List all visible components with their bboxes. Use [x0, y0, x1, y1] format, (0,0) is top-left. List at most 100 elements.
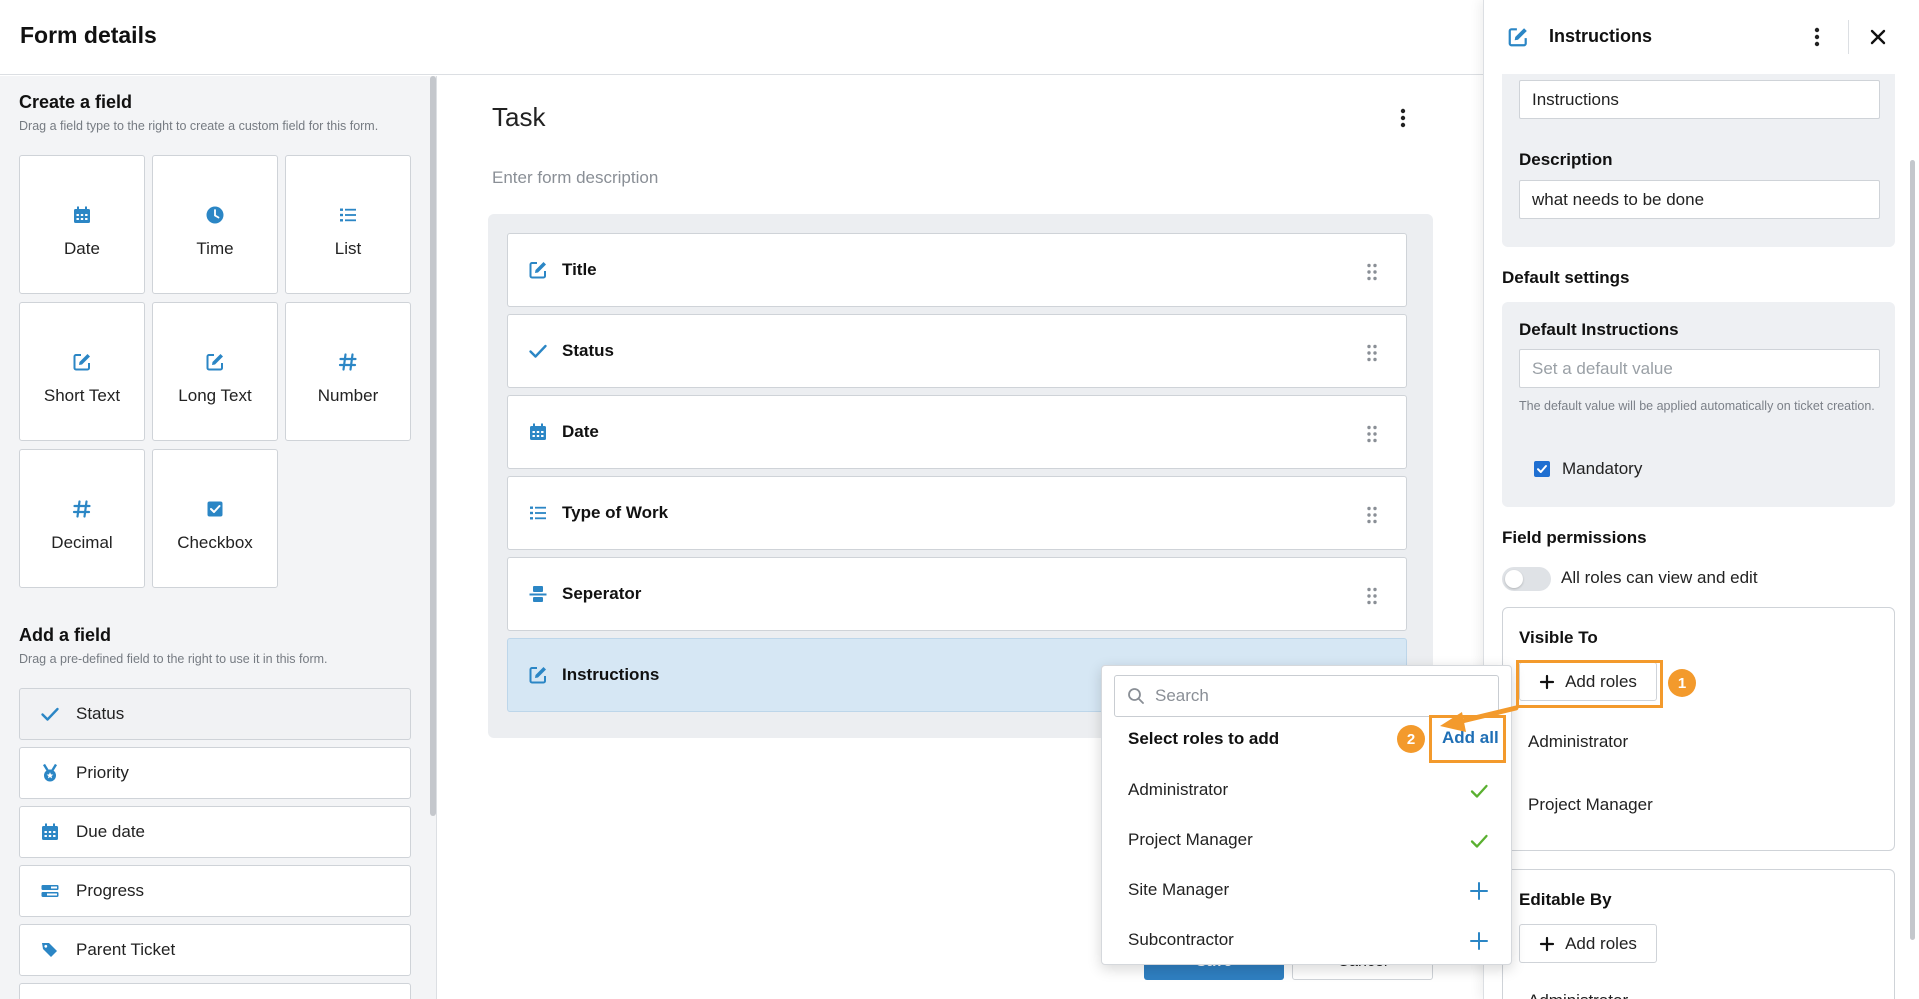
edit-icon — [205, 352, 225, 372]
hash-icon — [72, 499, 92, 519]
panel-scrollbar[interactable] — [1910, 160, 1915, 940]
predefined-field-priority[interactable]: Priority — [19, 747, 411, 799]
role-option-administrator[interactable]: Administrator — [1102, 766, 1511, 816]
predefined-field-progress[interactable]: Progress — [19, 865, 411, 917]
medal-icon — [40, 763, 60, 783]
edit-icon — [528, 260, 548, 280]
predefined-field-status[interactable]: Status — [19, 688, 411, 740]
drag-handle-icon[interactable] — [1366, 506, 1378, 524]
plus-icon — [1539, 936, 1555, 951]
predefined-field-label: Status — [76, 704, 125, 723]
default-instructions-label: Default Instructions — [1519, 320, 1679, 339]
form-fields-container: Title Status Date Type of Work Seperator… — [488, 214, 1433, 738]
close-icon[interactable] — [1869, 28, 1887, 46]
field-type-label: Checkbox — [177, 532, 253, 552]
role-option-project-manager[interactable]: Project Manager — [1102, 816, 1511, 866]
form-field-label: Title — [562, 260, 597, 279]
field-type-label: List — [334, 238, 362, 258]
separator-icon — [528, 584, 548, 604]
drag-handle-icon[interactable] — [1366, 344, 1378, 362]
field-permissions-title: Field permissions — [1502, 528, 1647, 547]
edit-icon — [528, 665, 548, 685]
predefined-field-label: Due date — [76, 822, 145, 841]
sidebar-scrollbar[interactable] — [430, 76, 436, 816]
highlight-add-roles — [1516, 660, 1663, 708]
predefined-field-label: Priority — [76, 763, 129, 782]
field-palette-sidebar: Create a field Drag a field type to the … — [0, 76, 437, 999]
select-roles-header: Select roles to add — [1128, 729, 1280, 748]
add-roles-label: Add roles — [1565, 933, 1637, 953]
drag-handle-icon[interactable] — [1366, 587, 1378, 605]
form-field-date[interactable]: Date — [507, 395, 1407, 469]
form-field-label: Status — [562, 341, 614, 360]
field-type-time[interactable]: Time — [152, 155, 278, 294]
mandatory-label: Mandatory — [1562, 459, 1643, 478]
predefined-field-parent-ticket[interactable]: Parent Ticket — [19, 924, 411, 976]
edit-icon — [1507, 26, 1529, 48]
create-field-title: Create a field — [19, 92, 133, 112]
field-type-label: Decimal — [51, 532, 113, 552]
visible-role-item: Project Manager — [1528, 795, 1653, 814]
add-field-subtitle: Drag a pre-defined field to the right to… — [19, 652, 328, 666]
description-input[interactable]: what needs to be done — [1519, 180, 1880, 219]
form-field-label: Type of Work — [562, 503, 669, 522]
header-divider — [1848, 20, 1849, 54]
form-field-type-of-work[interactable]: Type of Work — [507, 476, 1407, 550]
field-type-date[interactable]: Date — [19, 155, 145, 294]
field-type-list[interactable]: List — [285, 155, 411, 294]
plus-icon[interactable] — [1469, 931, 1489, 951]
predefined-field-label: Parent Ticket — [76, 940, 176, 959]
field-name-input[interactable]: Instructions — [1519, 80, 1880, 119]
calendar-icon — [40, 822, 60, 842]
add-field-title: Add a field — [19, 625, 112, 645]
editable-add-roles-button[interactable]: Add roles — [1519, 924, 1657, 963]
field-type-number[interactable]: Number — [285, 302, 411, 441]
top-header: Form details — [0, 0, 1483, 75]
mandatory-checkbox[interactable] — [1534, 461, 1550, 477]
field-type-long-text[interactable]: Long Text — [152, 302, 278, 441]
plus-icon[interactable] — [1469, 881, 1489, 901]
drag-handle-icon[interactable] — [1366, 425, 1378, 443]
editable-role-item: Administrator — [1528, 991, 1628, 999]
panel-header: Instructions — [1484, 0, 1919, 74]
all-roles-toggle[interactable] — [1502, 567, 1551, 591]
form-field-label: Seperator — [562, 584, 642, 603]
step-badge-2: 2 — [1397, 725, 1425, 753]
calendar-icon — [72, 205, 92, 225]
editable-by-label: Editable By — [1519, 890, 1612, 909]
search-icon — [1128, 688, 1144, 704]
more-vertical-icon[interactable] — [1400, 108, 1406, 128]
field-type-decimal[interactable]: Decimal — [19, 449, 145, 588]
drag-handle-icon[interactable] — [1366, 263, 1378, 281]
description-label: Description — [1519, 150, 1613, 169]
role-option-label: Subcontractor — [1128, 930, 1234, 949]
hash-icon — [338, 352, 358, 372]
field-settings-panel: Instructions Instructions Description wh… — [1483, 0, 1919, 999]
field-type-label: Short Text — [43, 385, 121, 405]
more-vertical-icon[interactable] — [1814, 27, 1820, 47]
checkbox-icon — [205, 499, 225, 519]
predefined-field-due-date[interactable]: Due date — [19, 806, 411, 858]
list-icon — [528, 503, 548, 523]
form-name[interactable]: Task — [492, 102, 545, 133]
role-option-label: Site Manager — [1128, 880, 1230, 899]
form-field-seperator[interactable]: Seperator — [507, 557, 1407, 631]
field-type-label: Time — [196, 238, 234, 258]
clock-icon — [205, 205, 225, 225]
field-type-label: Date — [64, 238, 100, 258]
role-option-site-manager[interactable]: Site Manager — [1102, 866, 1511, 916]
predefined-field-more[interactable] — [19, 983, 411, 999]
check-icon — [1470, 784, 1488, 798]
role-option-subcontractor[interactable]: Subcontractor — [1102, 916, 1511, 966]
default-value-input[interactable]: Set a default value — [1519, 349, 1880, 388]
form-description-input[interactable]: Enter form description — [492, 168, 658, 188]
create-field-subtitle: Drag a field type to the right to create… — [19, 119, 379, 133]
visible-role-item: Administrator — [1528, 732, 1629, 751]
field-type-short-text[interactable]: Short Text — [19, 302, 145, 441]
field-type-checkbox[interactable]: Checkbox — [152, 449, 278, 588]
panel-title: Instructions — [1549, 26, 1653, 46]
default-value-hint: The default value will be applied automa… — [1519, 399, 1875, 413]
form-field-title[interactable]: Title — [507, 233, 1407, 307]
form-field-status[interactable]: Status — [507, 314, 1407, 388]
role-option-label: Project Manager — [1128, 830, 1253, 849]
